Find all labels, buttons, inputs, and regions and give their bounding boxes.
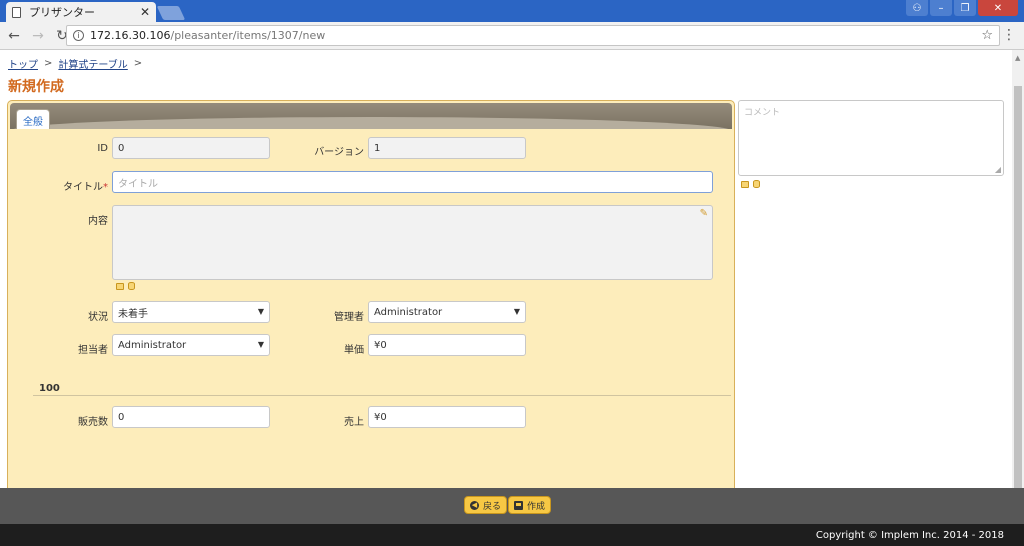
comment-textarea[interactable]: コメント ◢ <box>738 100 1004 176</box>
owner-value: Administrator <box>118 339 187 351</box>
url-path: /pleasanter/items/1307/new <box>170 29 326 42</box>
owner-select[interactable]: Administrator ▼ <box>112 334 270 356</box>
window-controls: ⚇ – ❐ ✕ <box>904 0 1018 16</box>
browser-tab-title: プリザンター <box>29 6 95 19</box>
back-arrow-icon[interactable]: ← <box>4 28 24 44</box>
version-field: 1 <box>368 137 526 159</box>
bookmark-star-icon[interactable]: ☆ <box>981 28 993 43</box>
browser-toolbar: ← → ↻ i 172.16.30.106 /pleasanter/items/… <box>0 22 1024 50</box>
tab-strip-decoration <box>10 117 732 129</box>
breadcrumb-separator: > <box>44 58 53 69</box>
sales-label: 売上 <box>344 417 364 428</box>
action-bar: ◀ 戻る 作成 <box>0 488 1024 524</box>
pencil-icon[interactable]: ✎ <box>700 208 708 219</box>
dropdown-caret-icon: ▼ <box>257 340 264 349</box>
quantity-label: 販売数 <box>78 417 108 428</box>
create-button-label: 作成 <box>527 501 546 512</box>
editor-panel: 全般 ID 0 バージョン 1 タイトル* タイトル 内容 ✎ 状況 未着手 ▼… <box>7 100 735 500</box>
user-icon[interactable]: ⚇ <box>906 0 928 16</box>
section-divider <box>33 395 731 396</box>
url-host: 172.16.30.106 <box>90 29 171 42</box>
required-mark: * <box>103 182 108 193</box>
body-label: 内容 <box>88 216 108 227</box>
breadcrumb-separator: > <box>133 58 143 69</box>
save-icon <box>514 500 523 510</box>
status-value: 未着手 <box>118 308 148 320</box>
quantity-input[interactable]: 0 <box>112 406 270 428</box>
section-title: 100 <box>39 383 60 394</box>
page-content: トップ > 計算式テーブル > 新規作成 全般 ID 0 バージョン 1 タイト… <box>0 50 1012 500</box>
image-icon[interactable] <box>116 283 124 290</box>
document-icon <box>12 6 21 18</box>
comment-placeholder: コメント <box>744 108 781 118</box>
title-label-text: タイトル <box>63 182 103 193</box>
manager-value: Administrator <box>374 306 443 318</box>
owner-label: 担当者 <box>78 345 108 356</box>
back-button-label: 戻る <box>483 501 502 512</box>
address-bar[interactable]: i 172.16.30.106 /pleasanter/items/1307/n… <box>66 25 1000 46</box>
comment-attachment-icon[interactable] <box>753 180 760 188</box>
body-textarea[interactable]: ✎ <box>112 205 713 280</box>
tab-general[interactable]: 全般 <box>16 109 50 129</box>
scrollbar-thumb[interactable] <box>1014 86 1022 520</box>
dropdown-caret-icon: ▼ <box>257 307 264 316</box>
close-tab-icon[interactable]: ✕ <box>140 5 150 19</box>
back-circle-icon: ◀ <box>470 500 479 510</box>
create-button[interactable]: 作成 <box>508 496 552 514</box>
new-tab-button[interactable] <box>156 6 186 20</box>
unit-price-label: 単価 <box>344 345 364 356</box>
breadcrumb-link-top[interactable]: トップ <box>8 56 38 71</box>
scroll-up-icon[interactable]: ▲ <box>1015 54 1020 62</box>
id-label: ID <box>97 143 108 154</box>
page-title: 新規作成 <box>8 79 64 95</box>
maximize-icon[interactable]: ❐ <box>954 0 976 16</box>
breadcrumb: トップ > 計算式テーブル > <box>8 56 148 71</box>
title-input[interactable]: タイトル <box>112 171 713 193</box>
browser-menu-icon[interactable]: ⋮ <box>1002 27 1016 43</box>
unit-price-input[interactable]: ¥0 <box>368 334 526 356</box>
browser-tab[interactable]: プリザンター ✕ <box>6 2 156 22</box>
manager-select[interactable]: Administrator ▼ <box>368 301 526 323</box>
status-label: 状況 <box>88 312 108 323</box>
resize-grip-icon[interactable]: ◢ <box>995 165 1001 174</box>
tab-strip: 全般 <box>10 103 732 129</box>
version-label: バージョン <box>314 147 364 158</box>
copyright-text: Copyright © Implem Inc. 2014 - 2018 <box>815 529 1004 541</box>
manager-label: 管理者 <box>334 312 364 323</box>
sales-input[interactable]: ¥0 <box>368 406 526 428</box>
id-field: 0 <box>112 137 270 159</box>
status-select[interactable]: 未着手 ▼ <box>112 301 270 323</box>
page-scrollbar[interactable]: ▲ <box>1012 50 1024 524</box>
minimize-icon[interactable]: – <box>930 0 952 16</box>
browser-titlebar: プリザンター ✕ ⚇ – ❐ ✕ <box>0 0 1024 22</box>
info-icon[interactable]: i <box>73 30 84 41</box>
back-button[interactable]: ◀ 戻る <box>464 496 508 514</box>
copyright-footer: Copyright © Implem Inc. 2014 - 2018 <box>0 524 1024 546</box>
close-window-icon[interactable]: ✕ <box>978 0 1018 16</box>
comment-image-icon[interactable] <box>741 181 749 188</box>
dropdown-caret-icon: ▼ <box>513 307 520 316</box>
forward-arrow-icon[interactable]: → <box>28 28 48 44</box>
attachment-icon[interactable] <box>128 282 135 290</box>
breadcrumb-link-table[interactable]: 計算式テーブル <box>58 56 127 71</box>
title-label: タイトル* <box>28 178 108 193</box>
